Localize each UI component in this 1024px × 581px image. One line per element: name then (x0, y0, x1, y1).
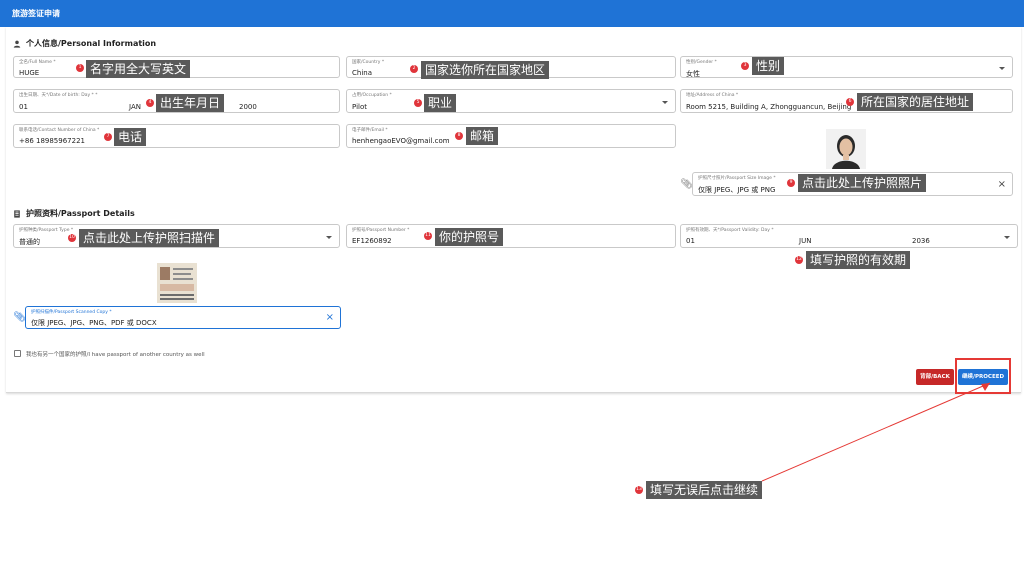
person-icon (13, 40, 21, 48)
passport-validity-field[interactable]: 护照有效期、天*/Passport Validity: Day * 01 JUN… (680, 224, 1018, 248)
chevron-down-icon (999, 67, 1005, 70)
dob-year: 2000 (239, 103, 257, 111)
annotation-occupation: 职业 (424, 94, 457, 112)
passport-scan-label: 护照扫描件/Passport Scanned Copy * (31, 310, 112, 315)
passport-photo-label: 护照尺寸照片/Passport Size Image * (698, 176, 776, 181)
passport-section-title: 护照资料/Passport Details (13, 208, 135, 219)
annotation-gender: 性别 (752, 57, 785, 75)
gender-label: 性别/Gender * (686, 60, 717, 65)
personal-section-title: 个人信息/Personal Information (13, 38, 156, 49)
email-value: henhengaoEVO@gmail.com (352, 137, 450, 145)
another-passport-checkbox[interactable] (14, 350, 21, 357)
annotation-contact: 电话 (114, 128, 147, 146)
annotation-dot-6: 6 (846, 98, 854, 106)
back-button[interactable]: 背部/BACK (916, 369, 954, 385)
annotation-final: 填写无误后点击继续 (646, 481, 763, 499)
app-header (0, 0, 1024, 27)
full-name-label: 全名/Full Name * (19, 60, 56, 65)
annotation-dot-9: 9 (787, 179, 795, 187)
page-title: 旅游签证申请 (12, 9, 60, 18)
email-field[interactable]: 电子邮件/Email * henhengaoEVO@gmail.com (346, 124, 676, 148)
email-label: 电子邮件/Email * (352, 128, 388, 133)
occupation-select[interactable]: 占用/Occupation * Pilot (346, 89, 676, 113)
passport-validity-label: 护照有效期、天*/Passport Validity: Day * (686, 228, 774, 233)
chevron-down-icon (326, 236, 332, 239)
proceed-button[interactable]: 继续/PROCEED (958, 369, 1008, 385)
passport-section-label: 护照资料/Passport Details (26, 209, 135, 218)
annotation-dot-4: 4 (146, 99, 154, 107)
validity-day: 01 (686, 237, 695, 245)
occupation-label: 占用/Occupation * (352, 93, 392, 98)
annotation-photo: 点击此处上传护照照片 (798, 174, 927, 192)
country-label: 国家/Country * (352, 60, 385, 65)
close-icon[interactable]: × (326, 313, 334, 323)
gender-value: 女性 (686, 70, 700, 78)
annotation-passport-type: 点击此处上传护照扫描件 (79, 229, 220, 247)
paperclip-icon[interactable]: 📎︎ (13, 312, 26, 323)
annotation-dot-3: 3 (741, 62, 749, 70)
annotation-dot-5: 5 (414, 99, 422, 107)
annotation-full-name: 名字用全大写英文 (86, 60, 191, 78)
annotation-validity: 填写护照的有效期 (806, 251, 911, 269)
annotation-dot-13: 13 (635, 486, 643, 494)
annotation-country: 国家选你所在国家地区 (421, 61, 550, 79)
passport-number-field[interactable]: 护照号/Passport Number * EF1260892 (346, 224, 676, 248)
passport-type-value: 普通的 (19, 238, 40, 246)
annotation-dot-11: 11 (424, 232, 432, 240)
chevron-down-icon (662, 101, 668, 104)
personal-section-label: 个人信息/Personal Information (26, 39, 157, 48)
country-value: China (352, 69, 372, 77)
annotation-dot-12: 12 (795, 256, 803, 264)
passport-scan-preview (157, 263, 197, 303)
annotation-dot-1: 1 (76, 64, 84, 72)
annotation-email: 邮箱 (466, 127, 499, 145)
occupation-value: Pilot (352, 103, 367, 111)
another-passport-label: 我也有另一个国家的护照/I have passport of another c… (26, 352, 205, 358)
validity-month: JUN (799, 237, 812, 245)
passport-photo-hint: 仅限 JPEG、JPG 或 PNG (698, 186, 776, 194)
gender-select[interactable]: 性别/Gender * 女性 (680, 56, 1013, 78)
address-value: Room 5215, Building A, Zhongguancun, Bei… (686, 103, 852, 111)
form-card (6, 27, 1021, 393)
annotation-dot-2: 2 (410, 65, 418, 73)
passport-scan-hint: 仅限 JPEG、JPG、PNG、PDF 或 DOCX (31, 319, 157, 327)
annotation-address: 所在国家的居住地址 (857, 93, 974, 111)
dob-label: 出生日期、天*/Date of birth: Day * * (19, 93, 98, 98)
contact-label: 联系电话/Contact Number of China * (19, 128, 100, 133)
passport-scan-upload[interactable]: 护照扫描件/Passport Scanned Copy * 仅限 JPEG、JP… (25, 306, 341, 329)
annotation-dot-10: 10 (68, 234, 76, 242)
passport-icon (14, 209, 20, 218)
address-label: 地址/Address of China * (686, 93, 739, 98)
dob-day: 01 (19, 103, 28, 111)
passport-number-value: EF1260892 (352, 237, 392, 245)
contact-value: +86 18985967221 (19, 137, 85, 145)
passport-type-label: 护照种类/Passport Type * (19, 228, 74, 233)
validity-year: 2036 (912, 237, 930, 245)
annotation-dot-8: 8 (455, 132, 463, 140)
passport-photo-preview (826, 129, 866, 169)
full-name-value: HUGE (19, 69, 40, 77)
close-icon[interactable]: × (998, 180, 1006, 190)
contact-number-field[interactable]: 联系电话/Contact Number of China * +86 18985… (13, 124, 340, 148)
chevron-down-icon (1004, 236, 1010, 239)
passport-number-label: 护照号/Passport Number * (352, 228, 410, 233)
annotation-dob: 出生年月日 (156, 94, 225, 112)
annotation-dot-7: 7 (104, 133, 112, 141)
annotation-passport-number: 你的护照号 (435, 228, 504, 246)
paperclip-icon[interactable]: 📎︎ (680, 179, 693, 190)
dob-month: JAN (129, 103, 141, 111)
